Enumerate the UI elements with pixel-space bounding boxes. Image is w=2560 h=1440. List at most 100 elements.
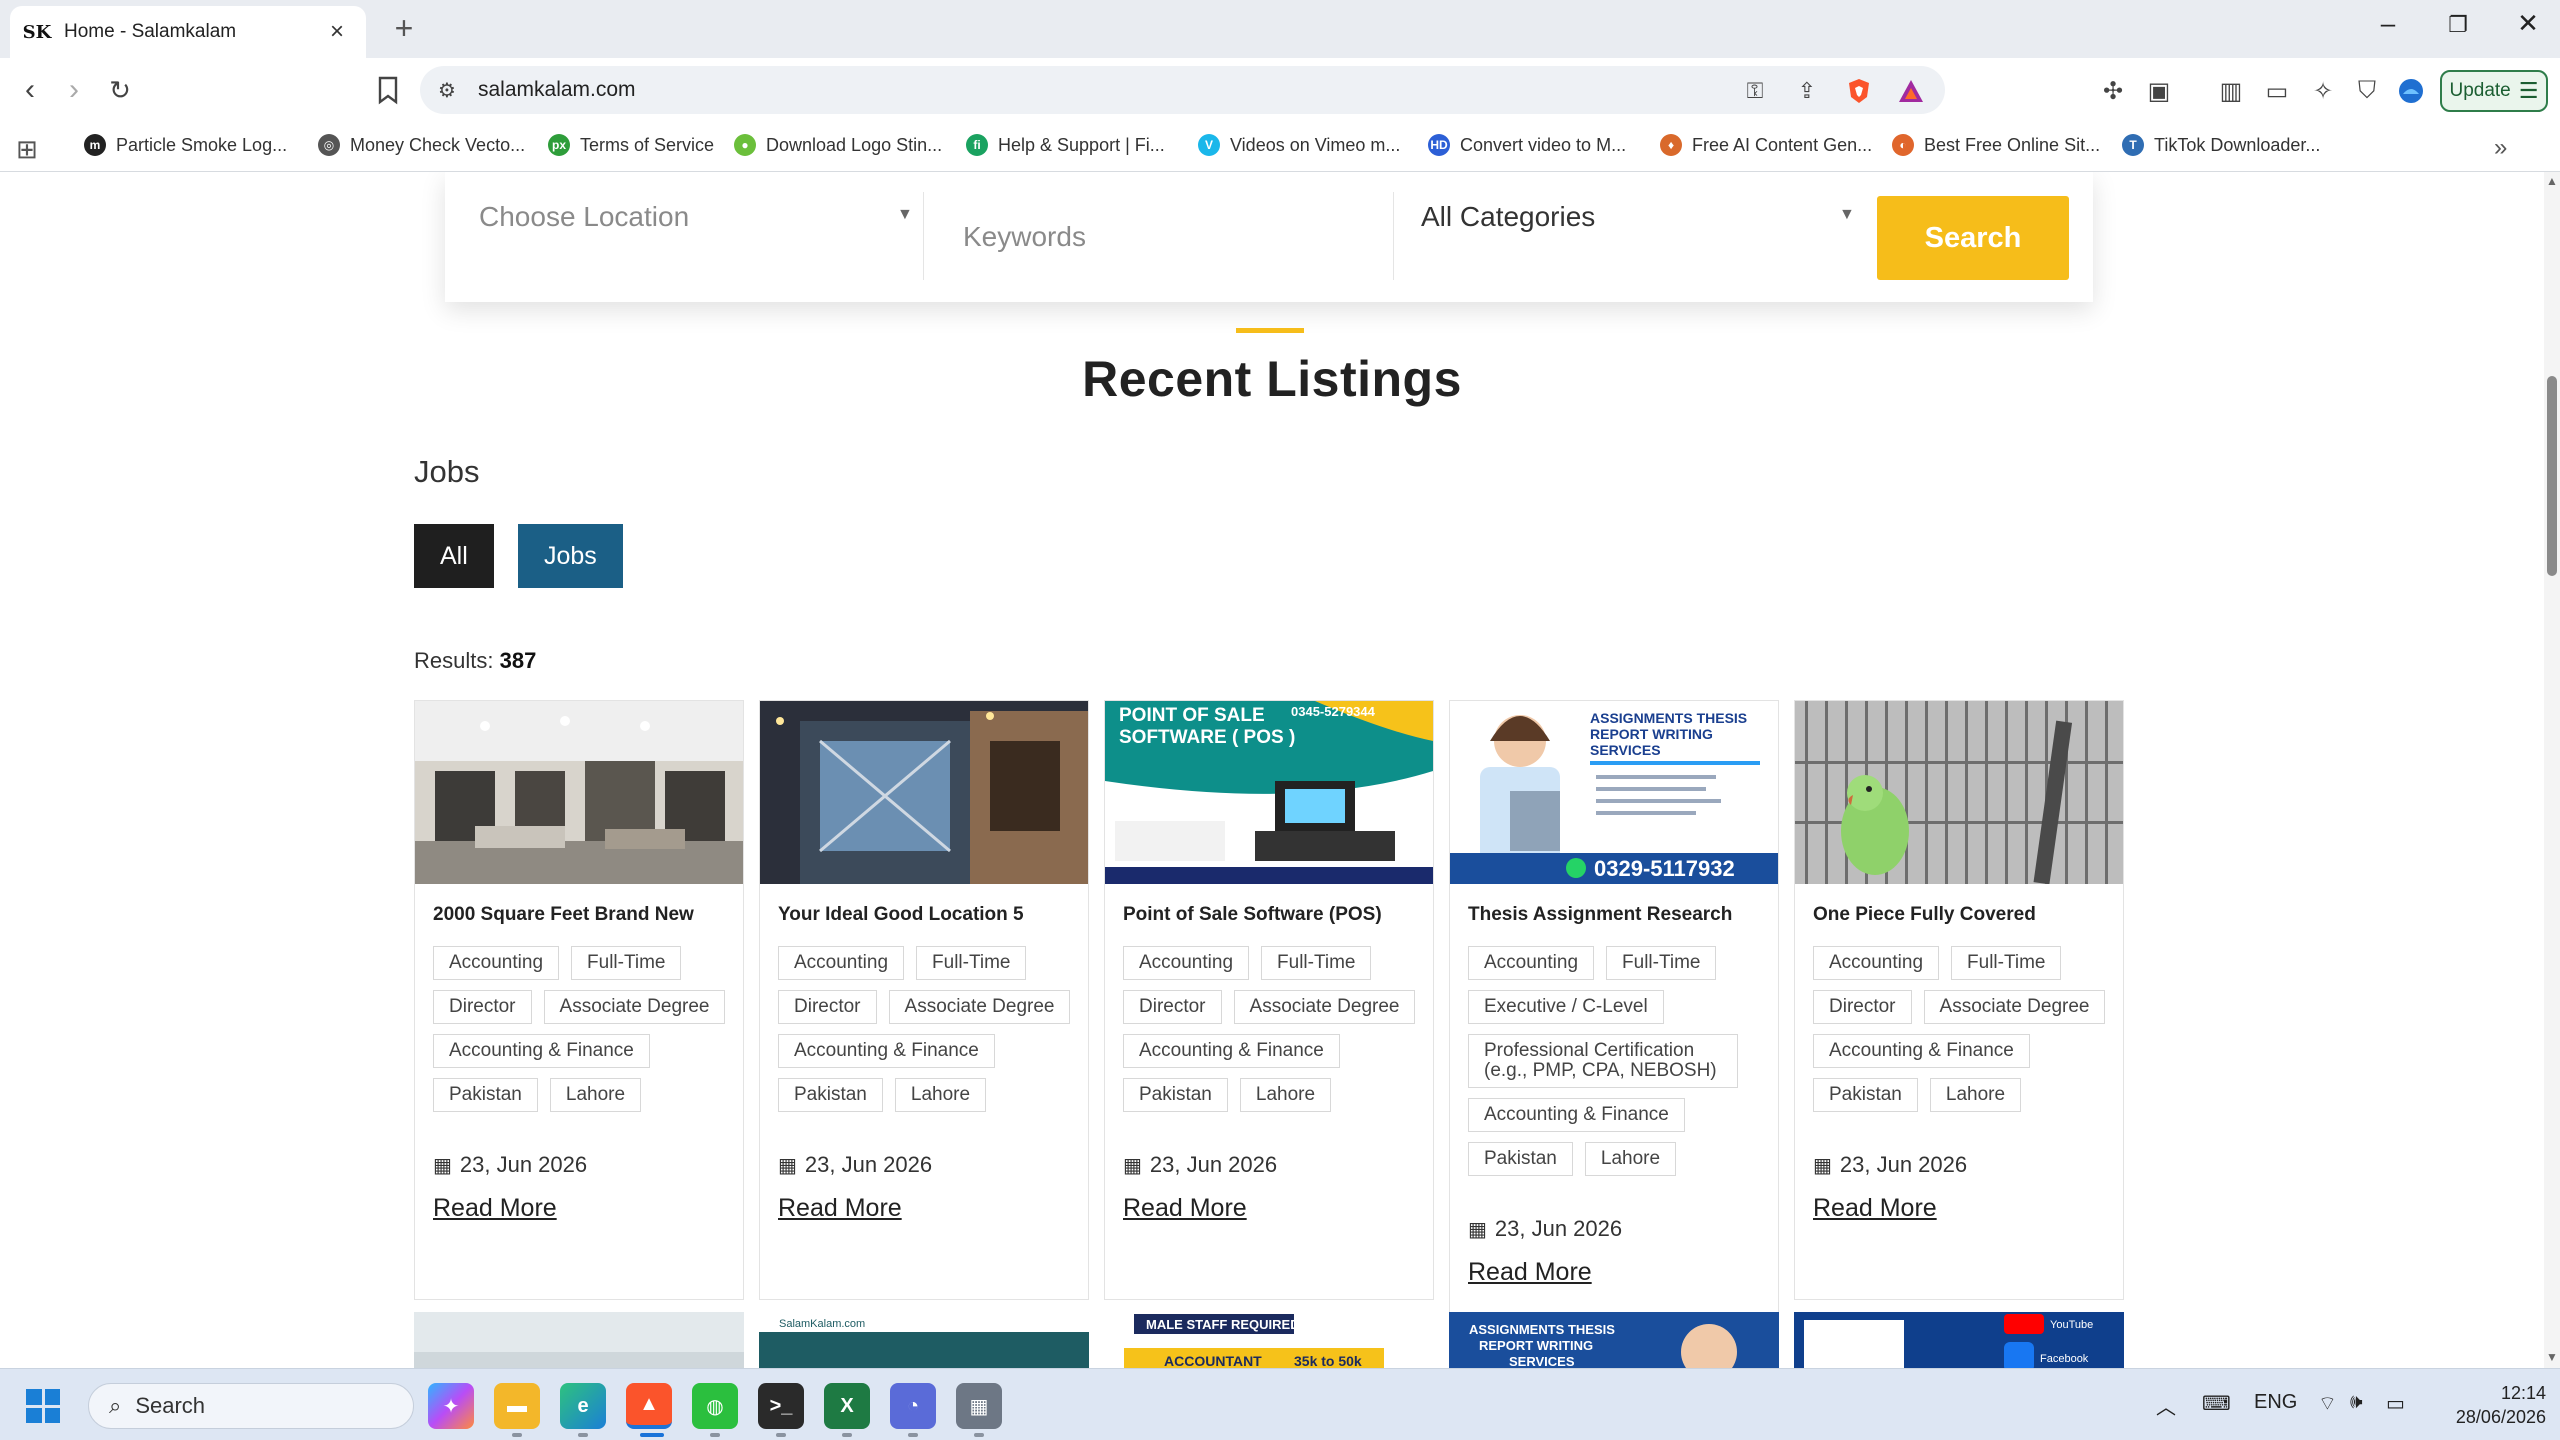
listing-tag[interactable]: Accounting	[778, 946, 905, 980]
new-tab-icon[interactable]: +	[384, 10, 424, 47]
search-button[interactable]: Search	[1877, 196, 2069, 280]
listing-tag[interactable]: Accounting	[1468, 946, 1595, 980]
listing-tag[interactable]: Director	[433, 990, 532, 1024]
listing-tag[interactable]: Lahore	[1584, 1142, 1677, 1176]
reload-icon[interactable]: ↻	[100, 70, 140, 110]
listing-title[interactable]: One Piece Fully Covered	[1813, 904, 2105, 926]
bookmark-item[interactable]: px Terms of Service	[548, 134, 714, 156]
listing-tag[interactable]: Accounting & Finance	[778, 1034, 995, 1068]
listing-card-partial[interactable]: ASSIGNMENTS THESIS REPORT WRITING SERVICES	[1449, 1312, 1779, 1368]
wifi-icon[interactable]: ⌔	[2318, 1391, 2337, 1416]
bookmark-item[interactable]: HD Convert video to M...	[1428, 134, 1626, 156]
listing-tag[interactable]: Pakistan	[1813, 1078, 1918, 1112]
brave-rewards-icon[interactable]	[1896, 76, 1926, 106]
listing-title[interactable]: Thesis Assignment Research	[1468, 904, 1760, 926]
leo-ai-icon[interactable]: ✧	[2308, 76, 2338, 106]
read-more-link[interactable]: Read More	[1123, 1194, 1247, 1223]
bookmark-item[interactable]: T TikTok Downloader...	[2122, 134, 2320, 156]
listing-image[interactable]	[760, 701, 1088, 884]
bookmark-item[interactable]: V Videos on Vimeo m...	[1198, 134, 1400, 156]
more-bookmarks-icon[interactable]: »	[2494, 134, 2507, 162]
wallet-icon[interactable]: ▭	[2262, 76, 2292, 106]
profile-icon[interactable]	[2396, 76, 2426, 106]
listing-tag[interactable]: Full-Time	[1261, 946, 1372, 980]
active-tab[interactable]: SK Home - Salamkalam ×	[10, 6, 366, 58]
listing-tag[interactable]: Associate Degree	[1233, 990, 1416, 1024]
address-bar[interactable]: ⚙ salamkalam.com ⚿ ⇪	[420, 66, 1945, 114]
restore-icon[interactable]: ❐	[2428, 12, 2488, 38]
apps-grid-icon[interactable]: ⊞	[16, 134, 38, 165]
listing-tag[interactable]: Lahore	[1239, 1078, 1332, 1112]
listing-image[interactable]: POINT OF SALE SOFTWARE ( POS ) 0345-527934…	[1105, 701, 1433, 884]
filter-jobs-button[interactable]: Jobs	[518, 524, 623, 588]
keywords-input[interactable]: Keywords	[963, 202, 1086, 272]
listing-tag[interactable]: Accounting & Finance	[1468, 1098, 1685, 1132]
reader-mode-icon[interactable]: ▣	[2144, 76, 2174, 106]
read-more-link[interactable]: Read More	[778, 1194, 902, 1223]
category-select[interactable]: All Categories	[1421, 182, 1595, 252]
terminal-app-icon[interactable]: >_	[758, 1383, 804, 1429]
update-button[interactable]: Update ☰	[2440, 70, 2548, 112]
listing-tag[interactable]: Director	[1123, 990, 1222, 1024]
battery-icon[interactable]: ▭	[2386, 1391, 2405, 1416]
listing-tag[interactable]: Full-Time	[1951, 946, 2062, 980]
read-more-link[interactable]: Read More	[433, 1194, 557, 1223]
scroll-down-icon[interactable]: ▼	[2546, 1350, 2558, 1364]
read-more-link[interactable]: Read More	[1468, 1258, 1592, 1287]
listing-tag[interactable]: Accounting & Finance	[1813, 1034, 2030, 1068]
listing-tag[interactable]: Pakistan	[1123, 1078, 1228, 1112]
listing-tag[interactable]: Executive / C-Level	[1468, 990, 1664, 1024]
bookmark-item[interactable]: ◎ Money Check Vecto...	[318, 134, 525, 156]
close-tab-icon[interactable]: ×	[322, 18, 352, 46]
filter-all-button[interactable]: All	[414, 524, 494, 588]
file-explorer-app-icon[interactable]: ▬	[494, 1383, 540, 1429]
page-scrollbar[interactable]: ▲ ▼	[2544, 172, 2560, 1368]
brave-shields-icon[interactable]	[1844, 76, 1874, 106]
bookmark-page-icon[interactable]	[370, 72, 406, 108]
listing-title[interactable]: 2000 Square Feet Brand New	[433, 904, 725, 926]
listing-tag[interactable]: Lahore	[549, 1078, 642, 1112]
listing-tag[interactable]: Accounting & Finance	[1123, 1034, 1340, 1068]
password-key-icon[interactable]: ⚿	[1740, 76, 1770, 106]
listing-card-partial[interactable]	[414, 1312, 744, 1368]
listing-tag[interactable]: Director	[778, 990, 877, 1024]
bookmark-item[interactable]: ● Download Logo Stin...	[734, 134, 942, 156]
listing-image[interactable]: ASSIGNMENTS THESIS REPORT WRITING SERVICES…	[1450, 701, 1778, 884]
edge-app-icon[interactable]: e	[560, 1383, 606, 1429]
listing-card-partial[interactable]: SalamKalam.com	[759, 1312, 1089, 1368]
listing-tag[interactable]: Accounting & Finance	[433, 1034, 650, 1068]
start-button[interactable]	[26, 1389, 60, 1423]
copilot-app-icon[interactable]: ✦	[428, 1383, 474, 1429]
site-info-icon[interactable]: ⚙	[438, 78, 456, 103]
forward-icon[interactable]: ›	[54, 70, 94, 110]
listing-tag[interactable]: Pakistan	[1468, 1142, 1573, 1176]
taskbar-search[interactable]: ⌕ Search	[88, 1383, 414, 1429]
listing-title[interactable]: Your Ideal Good Location 5	[778, 904, 1070, 926]
minimize-icon[interactable]: –	[2358, 8, 2418, 39]
listing-tag[interactable]: Lahore	[1929, 1078, 2022, 1112]
listing-image[interactable]	[1795, 701, 2123, 884]
share-icon[interactable]: ⇪	[1792, 76, 1822, 106]
back-icon[interactable]: ‹	[10, 70, 50, 110]
sidebar-icon[interactable]: ▥	[2216, 76, 2246, 106]
listing-card-partial[interactable]: MALE STAFF REQUIRED ACCOUNTANT 35k to 50k	[1104, 1312, 1434, 1368]
brave-app-icon[interactable]: ▲	[626, 1383, 672, 1429]
window-close-icon[interactable]: ✕	[2498, 8, 2558, 39]
listing-tag[interactable]: Professional Certification (e.g., PMP, C…	[1468, 1034, 1738, 1088]
listing-card[interactable]: ASSIGNMENTS THESIS REPORT WRITING SERVICES…	[1449, 700, 1779, 1318]
calculator-app-icon[interactable]: ▦	[956, 1383, 1002, 1429]
vpn-shield-icon[interactable]: ⛉	[2352, 76, 2382, 106]
scroll-up-icon[interactable]: ▲	[2546, 174, 2558, 188]
location-select[interactable]: Choose Location	[479, 182, 689, 252]
system-clock[interactable]: 12:14 28/06/2026	[2436, 1381, 2546, 1429]
wechat-app-icon[interactable]: ◍	[692, 1383, 738, 1429]
read-more-link[interactable]: Read More	[1813, 1194, 1937, 1223]
keyboard-icon[interactable]: ⌨	[2202, 1391, 2231, 1416]
listing-tag[interactable]: Accounting	[1123, 946, 1250, 980]
listing-tag[interactable]: Pakistan	[433, 1078, 538, 1112]
listing-tag[interactable]: Pakistan	[778, 1078, 883, 1112]
listing-tag[interactable]: Full-Time	[571, 946, 682, 980]
bookmark-item[interactable]: ◐ Best Free Online Sit...	[1892, 134, 2100, 156]
listing-title[interactable]: Point of Sale Software (POS)	[1123, 904, 1415, 926]
listing-tag[interactable]: Associate Degree	[1923, 990, 2106, 1024]
